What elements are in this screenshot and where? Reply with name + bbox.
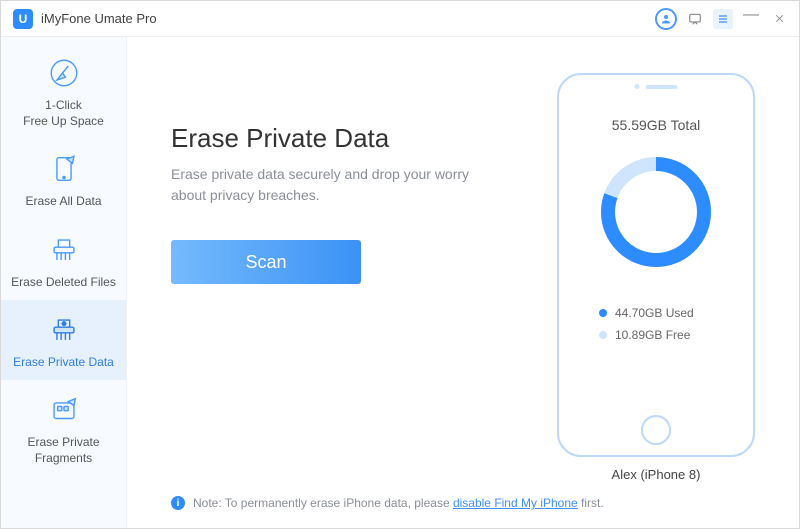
page-heading: Erase Private Data <box>171 123 523 154</box>
sidebar-item-erase-private-fragments[interactable]: Erase Private Fragments <box>1 380 126 476</box>
close-button[interactable] <box>769 9 789 29</box>
info-icon: i <box>171 496 185 510</box>
sidebar-item-erase-private-data[interactable]: Erase Private Data <box>1 300 126 380</box>
page-subheading: Erase private data securely and drop you… <box>171 164 491 206</box>
disable-find-my-iphone-link[interactable]: disable Find My iPhone <box>453 496 578 510</box>
device-name: Alex (iPhone 8) <box>612 467 701 482</box>
note-suffix: first. <box>578 496 604 510</box>
sidebar-item-label: Erase Deleted Files <box>5 274 122 290</box>
storage-total: 55.59GB Total <box>612 117 700 133</box>
storage-donut-chart <box>595 151 717 278</box>
broom-icon <box>44 53 84 93</box>
sidebar-item-erase-deleted-files[interactable]: Erase Deleted Files <box>1 220 126 300</box>
legend-free-label: 10.89GB Free <box>615 328 690 342</box>
main-panel: Erase Private Data Erase private data se… <box>127 37 799 528</box>
scan-button[interactable]: Scan <box>171 240 361 284</box>
sidebar-item-label: Erase All Data <box>5 193 122 209</box>
titlebar: U iMyFone Umate Pro — <box>1 1 799 37</box>
legend-used: 44.70GB Used <box>599 306 694 320</box>
note-bar: i Note: To permanently erase iPhone data… <box>171 488 771 516</box>
device-graphic: 55.59GB Total 44.70GB Used <box>557 73 755 457</box>
sidebar: 1-Click Free Up Space Erase All Data Era… <box>1 37 127 528</box>
feedback-icon[interactable] <box>685 9 705 29</box>
sidebar-item-label: Erase Private Fragments <box>5 434 122 466</box>
legend-dot-free-icon <box>599 331 607 339</box>
account-icon[interactable] <box>655 8 677 30</box>
app-window: U iMyFone Umate Pro — 1-C <box>0 0 800 529</box>
legend-used-label: 44.70GB Used <box>615 306 694 320</box>
private-shredder-icon <box>44 310 84 350</box>
app-title: iMyFone Umate Pro <box>41 11 157 26</box>
phone-home-button-icon <box>641 415 671 445</box>
legend-free: 10.89GB Free <box>599 328 694 342</box>
note-prefix: Note: To permanently erase iPhone data, … <box>193 496 453 510</box>
minimize-button[interactable]: — <box>741 5 761 25</box>
apps-fragment-icon <box>44 390 84 430</box>
sidebar-item-label: 1-Click Free Up Space <box>5 97 122 129</box>
app-logo-icon: U <box>13 9 33 29</box>
sidebar-item-erase-all-data[interactable]: Erase All Data <box>1 139 126 219</box>
sidebar-item-label: Erase Private Data <box>5 354 122 370</box>
sidebar-item-free-up-space[interactable]: 1-Click Free Up Space <box>1 43 126 139</box>
shredder-icon <box>44 230 84 270</box>
legend-dot-used-icon <box>599 309 607 317</box>
menu-icon[interactable] <box>713 9 733 29</box>
phone-erase-icon <box>44 149 84 189</box>
phone-earpiece-icon <box>635 84 678 89</box>
